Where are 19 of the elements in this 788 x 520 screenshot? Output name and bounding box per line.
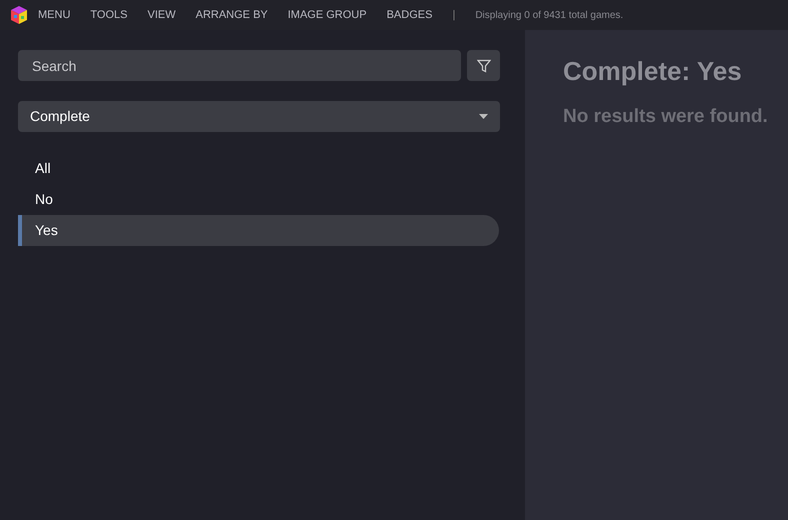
menu-item[interactable]: ARRANGE BY <box>196 6 268 24</box>
menu-item[interactable]: TOOLS <box>90 6 128 24</box>
empty-message: No results were found. <box>563 105 769 129</box>
caret-icon <box>479 114 488 119</box>
filter-option[interactable]: Yes <box>18 215 499 246</box>
category-dropdown[interactable]: Complete <box>18 101 500 132</box>
status-text: Displaying 0 of 9431 total games. <box>475 8 624 22</box>
menu-item[interactable]: MENU <box>38 6 70 24</box>
search-field[interactable]: Search <box>18 50 461 81</box>
cube-logo-icon[interactable] <box>9 5 29 25</box>
filter-button[interactable] <box>467 50 500 81</box>
page-title: Complete: Yes <box>563 55 743 88</box>
menu-item[interactable]: VIEW <box>147 6 176 24</box>
menu-item[interactable]: IMAGE GROUP <box>288 6 367 24</box>
filter-option[interactable]: No <box>18 184 499 215</box>
filter-option[interactable]: All <box>18 153 499 184</box>
menu-item[interactable]: BADGES <box>386 6 432 24</box>
separator: | <box>452 8 456 23</box>
filter-icon <box>476 58 490 72</box>
